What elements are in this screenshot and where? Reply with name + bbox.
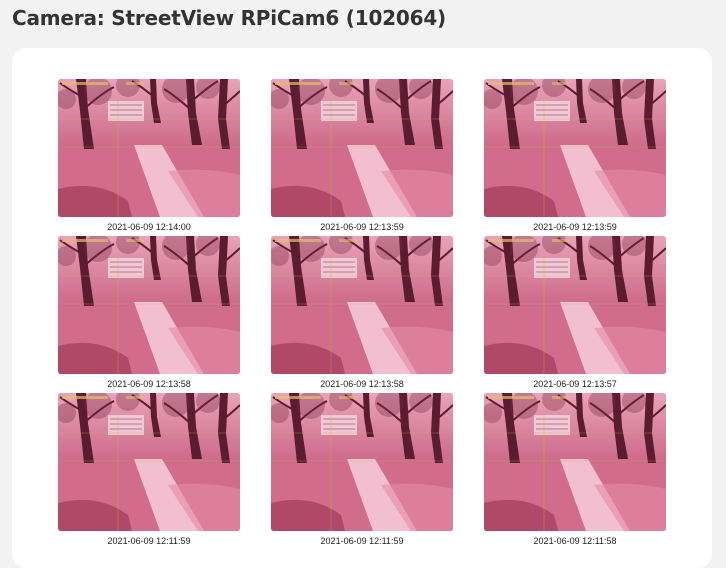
- snapshot-tile: 2021-06-09 12:11:59: [271, 393, 453, 550]
- snapshot-thumbnail[interactable]: [484, 79, 666, 217]
- snapshot-tile: 2021-06-09 12:13:59: [271, 79, 453, 236]
- snapshot-timestamp: 2021-06-09 12:11:59: [320, 536, 404, 546]
- snapshot-tile: 2021-06-09 12:11:58: [484, 393, 666, 550]
- snapshot-panel: 2021-06-09 12:14:00 2021-06-09 12:13:59 …: [12, 48, 712, 568]
- snapshot-timestamp: 2021-06-09 12:13:58: [107, 379, 191, 389]
- camera-photo: [271, 236, 453, 374]
- camera-photo: [271, 393, 453, 531]
- camera-photo: [484, 236, 666, 374]
- snapshot-timestamp: 2021-06-09 12:13:57: [533, 379, 617, 389]
- snapshot-thumbnail[interactable]: [484, 393, 666, 531]
- snapshot-timestamp: 2021-06-09 12:14:00: [107, 222, 191, 232]
- camera-photo: [484, 393, 666, 531]
- snapshot-timestamp: 2021-06-09 12:13:59: [533, 222, 617, 232]
- camera-photo: [271, 79, 453, 217]
- snapshot-timestamp: 2021-06-09 12:11:59: [107, 536, 191, 546]
- snapshot-tile: 2021-06-09 12:13:58: [271, 236, 453, 393]
- snapshot-tile: 2021-06-09 12:11:59: [58, 393, 240, 550]
- snapshot-timestamp: 2021-06-09 12:13:59: [320, 222, 404, 232]
- snapshot-thumbnail[interactable]: [271, 236, 453, 374]
- snapshot-grid: 2021-06-09 12:14:00 2021-06-09 12:13:59 …: [58, 79, 666, 550]
- snapshot-tile: 2021-06-09 12:14:00: [58, 79, 240, 236]
- camera-photo: [58, 79, 240, 217]
- snapshot-thumbnail[interactable]: [271, 79, 453, 217]
- snapshot-tile: 2021-06-09 12:13:58: [58, 236, 240, 393]
- snapshot-tile: 2021-06-09 12:13:59: [484, 79, 666, 236]
- snapshot-tile: 2021-06-09 12:13:57: [484, 236, 666, 393]
- camera-photo: [58, 393, 240, 531]
- camera-photo: [58, 236, 240, 374]
- camera-photo: [484, 79, 666, 217]
- snapshot-timestamp: 2021-06-09 12:11:58: [533, 536, 617, 546]
- snapshot-thumbnail[interactable]: [58, 79, 240, 217]
- snapshot-thumbnail[interactable]: [271, 393, 453, 531]
- snapshot-thumbnail[interactable]: [484, 236, 666, 374]
- snapshot-thumbnail[interactable]: [58, 393, 240, 531]
- snapshot-timestamp: 2021-06-09 12:13:58: [320, 379, 404, 389]
- page-title: Camera: StreetView RPiCam6 (102064): [12, 6, 446, 30]
- snapshot-thumbnail[interactable]: [58, 236, 240, 374]
